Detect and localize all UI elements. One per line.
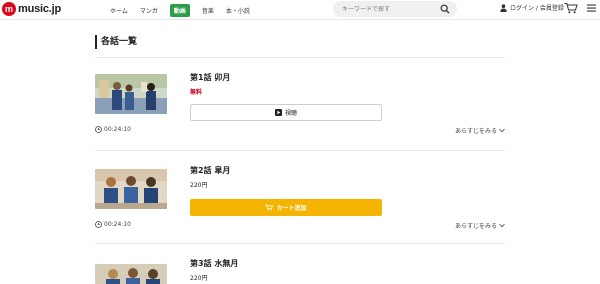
cart-icon[interactable] [564,2,578,14]
clock-icon [95,221,102,228]
search-input[interactable] [333,5,433,13]
synopsis-label: あらすじをみる [455,128,497,135]
episode-thumbnail[interactable] [95,74,167,114]
search-box [333,1,457,17]
logo-text: music.jp [18,3,62,15]
nav-item-books[interactable]: 本・小説 [226,6,250,15]
episode-title: 第1話 卯月 [190,73,231,82]
episode-price: 無料 [190,89,203,96]
synopsis-toggle[interactable]: あらすじをみる [455,221,505,230]
episode-row: 第1話 卯月 無料 視聴 00:24:10 あらすじをみる [95,58,505,151]
section-title: 各話一覧 [95,35,137,49]
nav-item-manga[interactable]: マンガ [140,6,158,15]
episode-thumbnail[interactable] [95,169,167,209]
episode-row: 第3話 水無月 220円 [95,244,505,284]
chevron-down-icon [499,128,505,133]
add-to-cart-label: カート追加 [276,205,307,212]
chevron-down-icon [499,223,505,228]
synopsis-toggle[interactable]: あらすじをみる [455,126,505,135]
login-link[interactable]: ログイン / 会員登録 [500,3,564,12]
nav-item-music[interactable]: 音楽 [202,6,214,15]
episode-title: 第2話 皐月 [190,166,231,175]
watch-button[interactable]: 視聴 [190,104,382,121]
header: m music.jp ホーム マンガ 動画 音楽 本・小説 ログイン / 会員登… [0,0,600,20]
nav-item-video[interactable]: 動画 [169,3,190,17]
episode-price: 220円 [190,275,208,282]
episode-thumbnail[interactable] [95,264,167,284]
synopsis-label: あらすじをみる [455,223,497,230]
play-icon [274,109,282,116]
duration-text: 00:24:10 [104,221,131,228]
episode-duration: 00:24:10 [95,126,131,133]
clock-icon [95,126,102,133]
logo-badge: m [2,2,16,16]
search-icon[interactable] [440,4,450,14]
add-to-cart-button[interactable]: カート追加 [190,199,382,216]
episode-row: 第2話 皐月 220円 カート追加 00:24:10 あらすじをみる [95,151,505,244]
episode-title: 第3話 水無月 [190,259,239,268]
logo[interactable]: m music.jp [2,2,61,16]
login-label: ログイン / 会員登録 [510,5,564,12]
main-nav: ホーム マンガ 動画 音楽 本・小説 [110,0,262,20]
watch-button-label: 視聴 [284,110,297,117]
cart-icon [265,204,274,211]
nav-item-home[interactable]: ホーム [110,6,128,15]
duration-text: 00:24:10 [104,126,131,133]
hamburger-menu-icon[interactable] [587,4,596,12]
episode-duration: 00:24:10 [95,221,131,228]
person-icon [500,3,507,12]
episode-price: 220円 [190,182,208,189]
